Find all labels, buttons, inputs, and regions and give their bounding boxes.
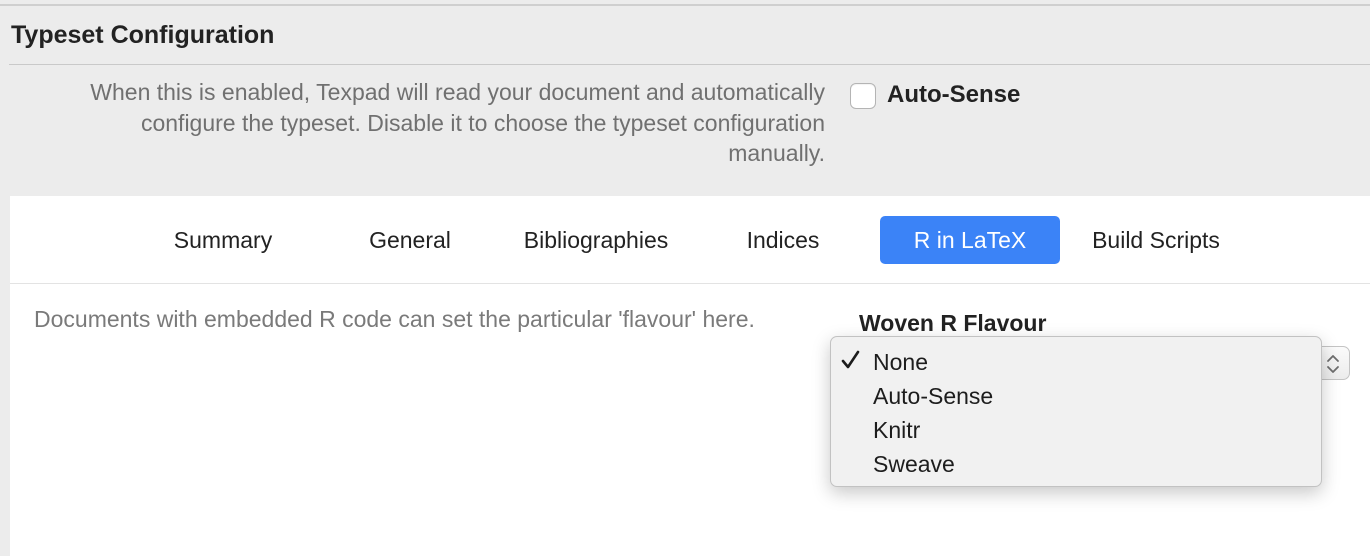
tab-build-scripts[interactable]: Build Scripts [1074, 216, 1238, 264]
menu-item-knitr[interactable]: Knitr [873, 413, 920, 447]
menu-item-label: None [873, 349, 928, 375]
tab-indices[interactable]: Indices [722, 216, 844, 264]
tab-general[interactable]: General [346, 216, 474, 264]
auto-sense-checkbox[interactable] [850, 83, 876, 109]
menu-item-label: Sweave [873, 451, 955, 477]
tab-summary[interactable]: Summary [150, 216, 296, 264]
auto-sense-description: When this is enabled, Texpad will read y… [10, 77, 825, 169]
tab-bibliographies[interactable]: Bibliographies [506, 216, 686, 264]
menu-item-auto-sense[interactable]: Auto-Sense [873, 379, 993, 413]
section-title: Typeset Configuration [11, 21, 275, 49]
menu-item-none[interactable]: None [873, 345, 928, 379]
woven-r-flavour-label: Woven R Flavour [859, 310, 1047, 336]
r-flavour-description: Documents with embedded R code can set t… [34, 306, 755, 332]
section-divider [9, 64, 1370, 65]
up-down-chevron-icon [1327, 355, 1339, 373]
flavour-dropdown-menu: None Auto-Sense Knitr Sweave [830, 336, 1322, 487]
checkmark-icon [841, 350, 860, 369]
auto-sense-label[interactable]: Auto-Sense [887, 81, 1020, 109]
tab-r-in-latex[interactable]: R in LaTeX [880, 216, 1060, 264]
description-line: manually. [728, 140, 825, 166]
menu-item-label: Knitr [873, 417, 921, 443]
menu-item-sweave[interactable]: Sweave [873, 447, 955, 481]
top-divider [0, 4, 1370, 6]
menu-item-label: Auto-Sense [873, 383, 994, 409]
description-line: configure the typeset. Disable it to cho… [140, 109, 825, 136]
description-line: When this is enabled, Texpad will read y… [90, 79, 825, 105]
tab-bar-divider [10, 283, 1370, 284]
